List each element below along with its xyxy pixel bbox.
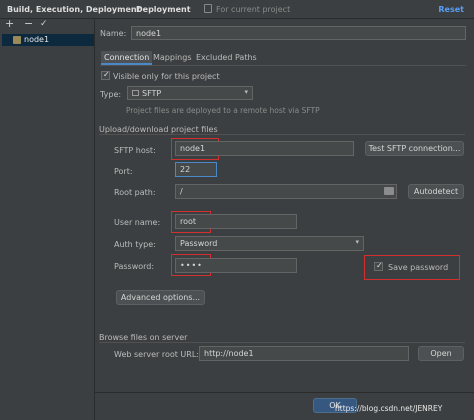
save-password-checkbox[interactable] bbox=[374, 261, 383, 271]
section-divider bbox=[99, 134, 465, 135]
root-path-label: Root path: bbox=[114, 188, 156, 197]
name-label: Name: bbox=[100, 29, 127, 38]
section-divider bbox=[99, 342, 465, 343]
scope-label: For current project bbox=[216, 5, 291, 14]
folder-icon[interactable] bbox=[384, 187, 394, 195]
tab-excluded-paths[interactable]: Excluded Paths bbox=[193, 51, 260, 65]
type-label: Type: bbox=[100, 90, 122, 99]
reset-link[interactable]: Reset bbox=[438, 5, 464, 14]
open-button[interactable]: Open bbox=[418, 346, 464, 361]
tab-connection[interactable]: Connection bbox=[101, 51, 153, 65]
tree-item-node1[interactable]: node1 bbox=[2, 34, 94, 46]
name-input[interactable]: node1 bbox=[131, 26, 466, 40]
root-path-input[interactable]: / bbox=[175, 184, 397, 199]
web-root-input[interactable]: http://node1 bbox=[199, 346, 409, 361]
breadcrumb-separator: › bbox=[126, 4, 130, 14]
breadcrumb-deployment[interactable]: Deployment bbox=[136, 5, 191, 14]
type-value: SFTP bbox=[142, 89, 162, 98]
add-icon[interactable]: + bbox=[5, 18, 14, 29]
type-hint: Project files are deployed to a remote h… bbox=[126, 106, 320, 115]
port-label: Port: bbox=[114, 167, 133, 176]
password-input[interactable]: •••• bbox=[175, 258, 297, 273]
test-sftp-button[interactable]: Test SFTP connection... bbox=[365, 141, 464, 156]
browse-section-title: Browse files on server bbox=[99, 333, 188, 342]
chevron-down-icon: ▾ bbox=[355, 238, 359, 246]
check-icon[interactable]: ✓ bbox=[40, 19, 48, 30]
server-icon bbox=[13, 36, 21, 44]
project-scope-icon bbox=[204, 4, 212, 13]
upload-section-title: Upload/download project files bbox=[99, 125, 218, 134]
advanced-options-button[interactable]: Advanced options... bbox=[116, 290, 205, 305]
sftp-host-label: SFTP host: bbox=[114, 146, 156, 155]
visible-only-checkbox[interactable] bbox=[101, 70, 110, 80]
tree-item-label: node1 bbox=[24, 35, 50, 44]
autodetect-button[interactable]: Autodetect bbox=[408, 184, 464, 199]
chevron-down-icon: ▾ bbox=[244, 88, 248, 96]
port-input[interactable]: 22 bbox=[175, 162, 217, 177]
auth-type-label: Auth type: bbox=[114, 240, 156, 249]
auth-type-value: Password bbox=[180, 239, 218, 248]
save-password-label: Save password bbox=[388, 263, 449, 272]
auth-type-select[interactable]: Password ▾ bbox=[175, 236, 364, 251]
remove-icon[interactable]: − bbox=[24, 18, 33, 29]
user-name-input[interactable]: root bbox=[175, 214, 297, 229]
user-name-label: User name: bbox=[114, 218, 161, 227]
breadcrumb-build[interactable]: Build, Execution, Deployment bbox=[7, 5, 140, 14]
web-root-label: Web server root URL: bbox=[114, 350, 199, 359]
visible-only-label: Visible only for this project bbox=[113, 72, 220, 81]
watermark: https://blog.csdn.net/JENREY bbox=[335, 404, 443, 413]
server-tree-panel bbox=[0, 19, 95, 420]
sftp-host-input[interactable]: node1 bbox=[175, 141, 354, 156]
type-select[interactable]: SFTP ▾ bbox=[127, 86, 253, 100]
sftp-icon bbox=[132, 90, 139, 96]
tab-mappings[interactable]: Mappings bbox=[150, 51, 195, 65]
password-label: Password: bbox=[114, 262, 155, 271]
tab-underline bbox=[100, 65, 466, 66]
